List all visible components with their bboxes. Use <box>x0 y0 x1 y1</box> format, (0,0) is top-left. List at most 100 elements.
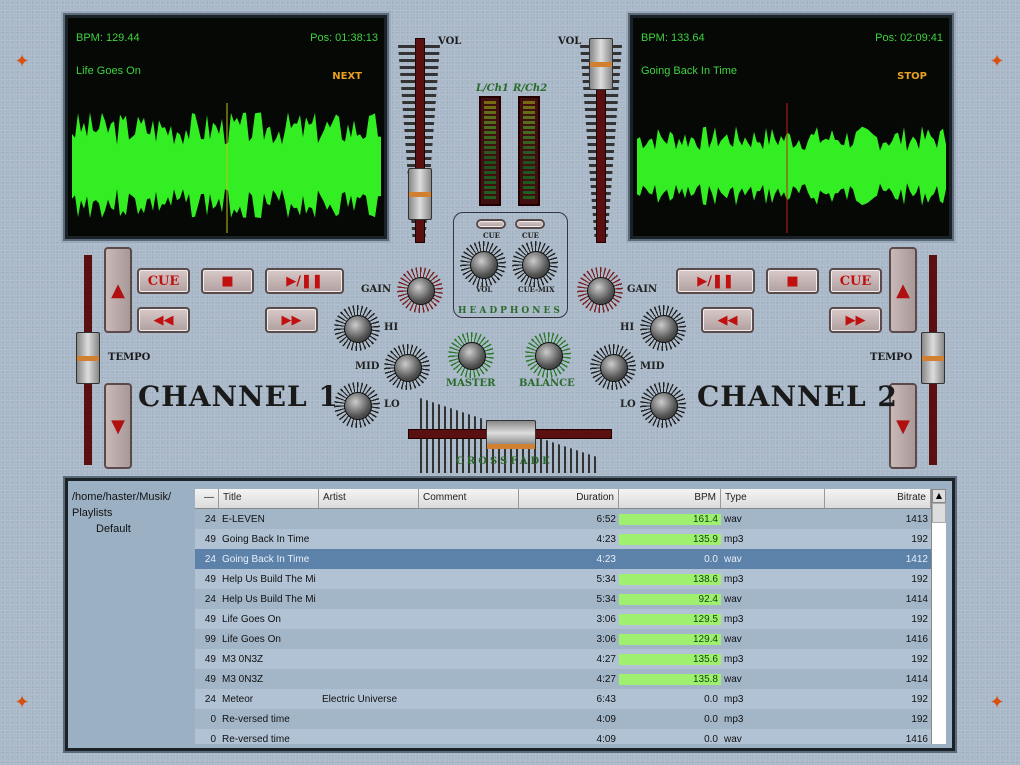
cue-mix-knob[interactable] <box>512 241 558 287</box>
column-header[interactable]: Title <box>219 489 319 509</box>
table-cell: Help Us Build The Mi <box>222 593 316 605</box>
master-knob[interactable] <box>448 332 494 378</box>
deck2-hi-knob[interactable] <box>640 305 686 351</box>
deck2-volume-handle[interactable] <box>589 38 613 90</box>
deck2-play-pause-button[interactable]: ▶/❚❚ <box>676 268 755 294</box>
deck2-gain-knob[interactable] <box>577 267 623 313</box>
table-cell: 0 <box>210 733 216 745</box>
deck1-display[interactable]: BPM: 129.44 Pos: 01:38:13 Life Goes On N… <box>63 13 389 241</box>
deck2-headphone-cue-button[interactable] <box>515 219 545 229</box>
deck1-pitch-up-button[interactable]: ▲ <box>104 247 132 333</box>
table-cell: 24 <box>204 553 216 565</box>
deck1-tempo-handle[interactable] <box>76 332 100 384</box>
table-cell: 3:06 <box>596 633 616 645</box>
corner-ornament-icon: ✦ <box>989 51 1005 72</box>
deck2-lo-knob[interactable] <box>640 382 686 428</box>
table-cell: Re-versed time <box>222 713 290 725</box>
column-header[interactable]: BPM <box>619 489 721 509</box>
deck2-bpm: BPM: 133.64 <box>641 32 705 44</box>
headphones-label: HEADPHONES <box>458 306 563 316</box>
balance-knob[interactable] <box>525 332 571 378</box>
deck2-cue-button[interactable]: CUE <box>829 268 882 294</box>
table-cell: 0.0 <box>704 553 718 565</box>
cue2-label: CUE <box>522 231 540 240</box>
deck1-hi-label: HI <box>384 322 399 333</box>
table-row[interactable]: 24 E-LEVEN 6:52 161.4 wav 1413 <box>195 509 931 529</box>
column-header[interactable]: Bitrate <box>825 489 931 509</box>
table-row[interactable]: 99 Life Goes On 3:06 129.4 wav 1416 <box>195 629 931 649</box>
table-row[interactable]: 24 Meteor Electric Universe 6:43 0.0 mp3 192 <box>195 689 931 709</box>
deck2-mid-label: MID <box>640 361 665 372</box>
table-cell: mp3 <box>724 693 744 705</box>
table-cell: Life Goes On <box>222 633 281 645</box>
deck2-fast-forward-button[interactable]: ▶▶ <box>829 307 882 333</box>
deck2-mid-knob[interactable] <box>590 344 636 390</box>
tree-item-music-folder[interactable]: /home/haster/Musik/ <box>72 489 190 505</box>
deck1-fast-forward-button[interactable]: ▶▶ <box>265 307 318 333</box>
table-row[interactable]: 0 Re-versed time 4:09 0.0 wav 1416 <box>195 729 931 744</box>
deck1-pitch-down-button[interactable]: ▼ <box>104 383 132 469</box>
vu-meter-right <box>518 96 540 206</box>
column-header[interactable]: Type <box>721 489 825 509</box>
table-row[interactable]: 24 Help Us Build The Mi 5:34 92.4 wav 1414 <box>195 589 931 609</box>
tree-item-default-playlist[interactable]: Default <box>72 521 190 537</box>
deck1-volume-handle[interactable] <box>408 168 432 220</box>
table-row[interactable]: 0 Re-versed time 4:09 0.0 mp3 192 <box>195 709 931 729</box>
deck1-hi-knob[interactable] <box>334 305 380 351</box>
deck1-cue-button[interactable]: CUE <box>137 268 190 294</box>
table-cell: 99 <box>204 633 216 645</box>
cue1-label: CUE <box>483 231 501 240</box>
library-panel: /home/haster/Musik/ Playlists Default — T… <box>63 476 957 753</box>
column-header[interactable]: Comment <box>419 489 519 509</box>
deck1-waveform[interactable] <box>72 103 382 233</box>
deck1-lo-knob[interactable] <box>334 382 380 428</box>
table-cell: 49 <box>204 653 216 665</box>
table-cell: Life Goes On <box>222 613 281 625</box>
vu-meter-left <box>479 96 501 206</box>
table-cell: 4:27 <box>596 653 616 665</box>
table-scrollbar[interactable]: ▲ <box>931 489 946 744</box>
tree-item-playlists[interactable]: Playlists <box>72 505 190 521</box>
table-cell: 192 <box>911 573 928 585</box>
column-header[interactable]: — <box>195 489 219 509</box>
table-cell: mp3 <box>724 533 744 545</box>
headphone-volume-knob[interactable] <box>460 241 506 287</box>
deck1-gain-label: GAIN <box>361 284 392 295</box>
deck1-gain-knob[interactable] <box>397 267 443 313</box>
column-header[interactable]: Artist <box>319 489 419 509</box>
deck1-headphone-cue-button[interactable] <box>476 219 506 229</box>
table-row[interactable]: 49 Going Back In Time 4:23 135.9 mp3 192 <box>195 529 931 549</box>
channel2-label: CHANNEL 2 <box>697 380 898 413</box>
table-cell: 0.0 <box>704 733 718 745</box>
deck2-pitch-up-button[interactable]: ▲ <box>889 247 917 333</box>
crossfader-handle[interactable] <box>486 420 536 449</box>
deck2-track-title: Going Back In Time <box>641 65 737 77</box>
table-cell: 4:27 <box>596 673 616 685</box>
deck1-stop-button[interactable]: ■ <box>201 268 254 294</box>
deck2-tempo-handle[interactable] <box>921 332 945 384</box>
table-cell: 161.4 <box>619 513 721 525</box>
deck2-gain-label: GAIN <box>627 284 658 295</box>
deck1-rewind-button[interactable]: ◀◀ <box>137 307 190 333</box>
table-cell: 0.0 <box>704 693 718 705</box>
deck2-display[interactable]: BPM: 133.64 Pos: 02:09:41 Going Back In … <box>628 13 954 241</box>
deck1-mid-knob[interactable] <box>384 344 430 390</box>
deck2-waveform[interactable] <box>637 103 947 233</box>
table-row[interactable]: 49 M3 0N3Z 4:27 135.6 mp3 192 <box>195 649 931 669</box>
deck2-rewind-button[interactable]: ◀◀ <box>701 307 754 333</box>
table-cell: wav <box>724 553 742 565</box>
deck1-play-pause-button[interactable]: ▶/❚❚ <box>265 268 344 294</box>
table-cell: 0 <box>210 713 216 725</box>
table-row[interactable]: 24 Going Back In Time 4:23 0.0 wav 1412 <box>195 549 931 569</box>
scroll-up-icon[interactable]: ▲ <box>932 489 946 503</box>
deck2-status: STOP <box>897 71 927 82</box>
table-row[interactable]: 49 M3 0N3Z 4:27 135.8 wav 1414 <box>195 669 931 689</box>
deck2-stop-button[interactable]: ■ <box>766 268 819 294</box>
scroll-thumb[interactable] <box>932 503 946 523</box>
master-label: MASTER <box>446 378 496 389</box>
table-cell: 192 <box>911 613 928 625</box>
column-header[interactable]: Duration <box>519 489 619 509</box>
table-cell: 135.6 <box>619 653 721 665</box>
table-row[interactable]: 49 Help Us Build The Mi 5:34 138.6 mp3 192 <box>195 569 931 589</box>
table-row[interactable]: 49 Life Goes On 3:06 129.5 mp3 192 <box>195 609 931 629</box>
